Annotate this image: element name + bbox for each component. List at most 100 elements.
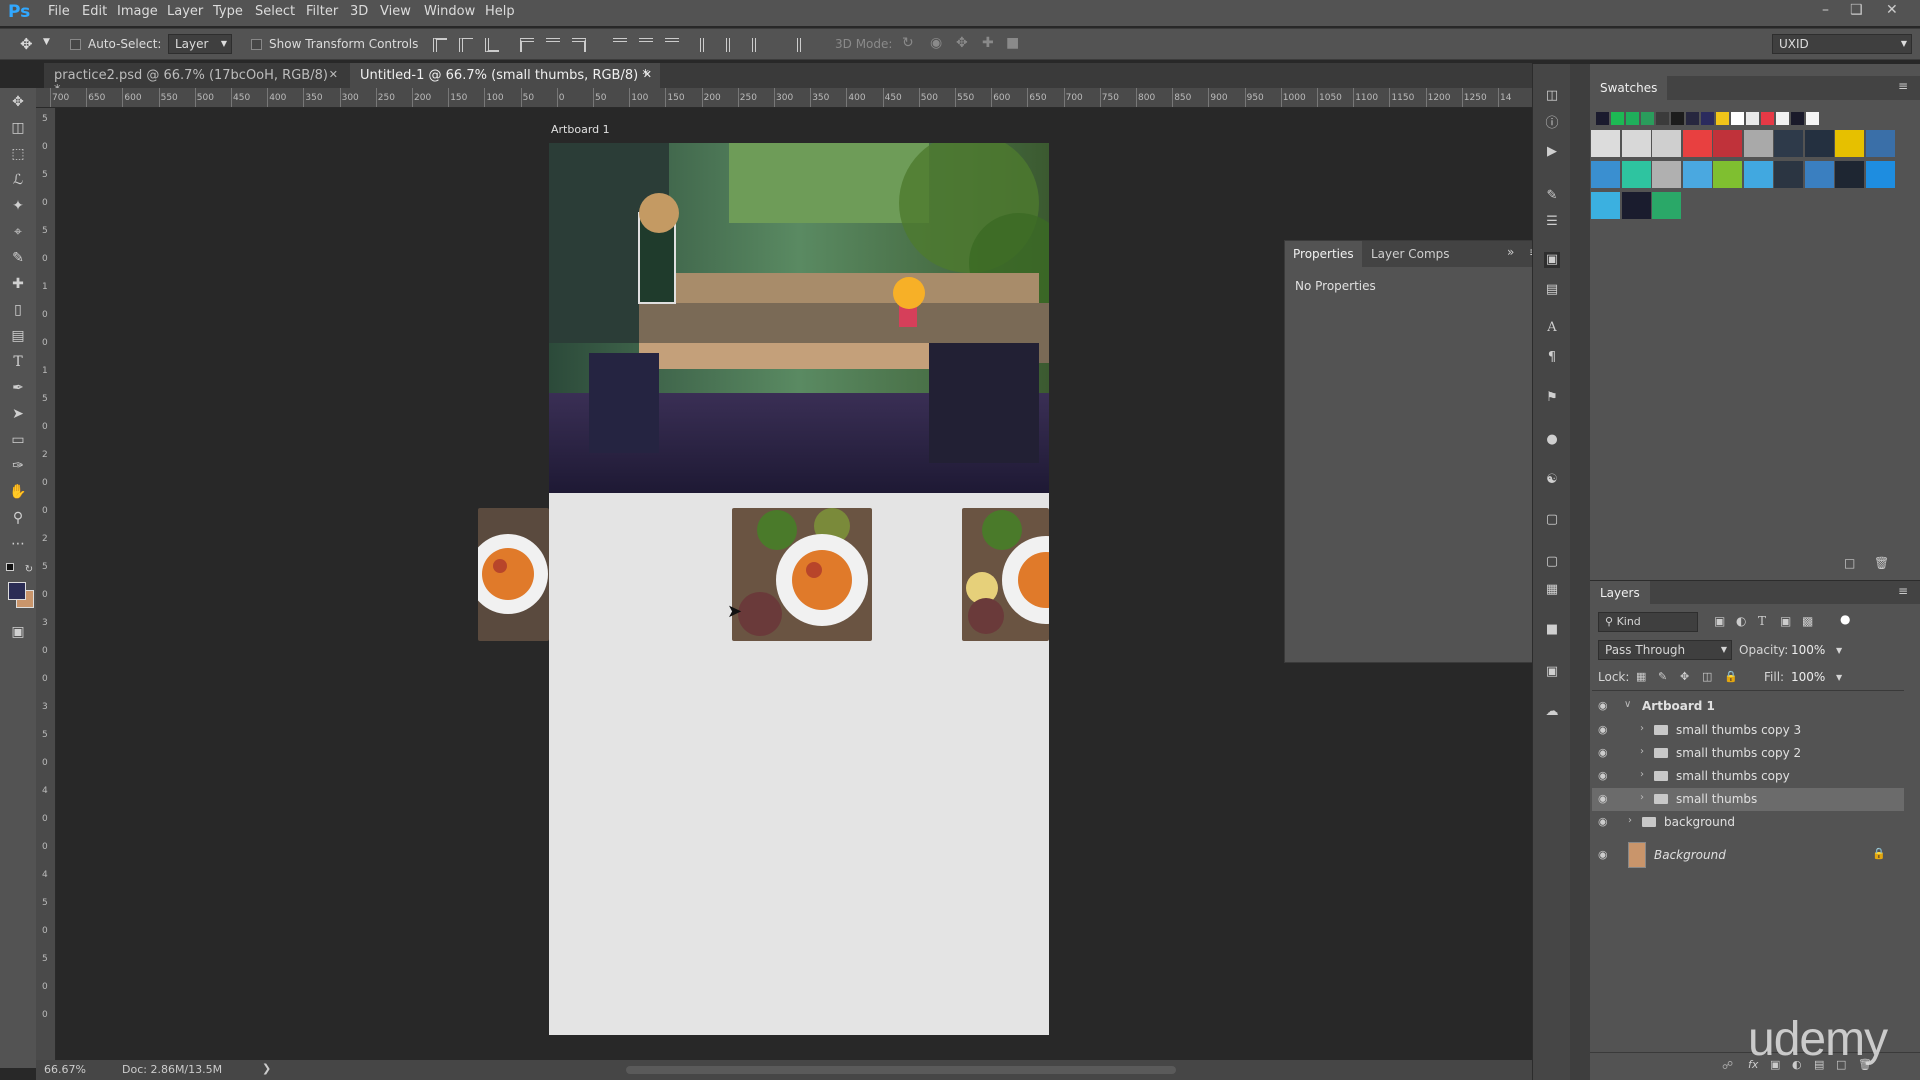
filter-adjustment-icon[interactable]: ◐ (1736, 614, 1746, 628)
visibility-eye-icon[interactable]: ◉ (1598, 792, 1612, 806)
3d-orbit-icon[interactable]: ↻ (902, 35, 914, 51)
filter-toggle-icon[interactable]: ● (1840, 612, 1850, 626)
swatch[interactable] (1713, 161, 1742, 188)
swatch[interactable] (1652, 192, 1681, 219)
swatch[interactable] (1621, 192, 1651, 219)
visibility-eye-icon[interactable]: ◉ (1598, 815, 1612, 829)
swatch-recent[interactable] (1626, 112, 1639, 125)
distribute-right-icon[interactable] (752, 38, 766, 52)
chevron-right-icon[interactable]: › (1640, 746, 1644, 757)
link-layers-icon[interactable]: ☍ (1722, 1059, 1733, 1072)
menu-3d[interactable]: 3D (350, 4, 368, 19)
3d-roll-icon[interactable]: ◉ (930, 35, 942, 51)
chevron-right-icon[interactable]: ❯ (262, 1062, 271, 1075)
menu-image[interactable]: Image (117, 4, 158, 19)
hand-tool-icon[interactable]: ✋ (9, 483, 27, 501)
tab-layer-comps[interactable]: Layer Comps (1371, 247, 1450, 261)
swatch[interactable] (1865, 130, 1895, 157)
visibility-eye-icon[interactable]: ◉ (1598, 699, 1612, 713)
layer-row[interactable]: ◉ › small thumbs (1592, 788, 1904, 811)
align-right-icon[interactable] (572, 38, 586, 52)
swatch[interactable] (1835, 130, 1864, 157)
chevron-down-icon[interactable]: ▼ (43, 37, 50, 47)
close-icon[interactable]: ✕ (643, 68, 652, 81)
layer-row[interactable]: ◉ › background (1592, 811, 1904, 834)
swatch-recent[interactable] (1671, 112, 1684, 125)
zoom-tool-icon[interactable]: ⚲ (9, 509, 27, 527)
opacity-input[interactable]: 100% (1791, 643, 1825, 657)
tab-properties[interactable]: Properties (1285, 241, 1362, 267)
move-tool-icon[interactable]: ✥ (20, 35, 33, 53)
more-tools-icon[interactable]: ⋯ (9, 535, 27, 553)
align-left-icon[interactable] (520, 38, 534, 52)
layer-filter-dropdown[interactable]: ⚲ Kind (1598, 612, 1698, 632)
tab-untitled-1[interactable]: Untitled-1 @ 66.7% (small thumbs, RGB/8)… (350, 63, 660, 88)
path-selection-tool-icon[interactable]: ➤ (9, 405, 27, 423)
layer-row[interactable]: ◉ Background 🔒 (1592, 840, 1904, 870)
history-icon[interactable]: ◫ (1544, 88, 1560, 104)
artboard-tool-icon[interactable]: ◫ (9, 119, 27, 137)
swatch[interactable] (1774, 161, 1803, 188)
swatch[interactable] (1591, 130, 1620, 157)
swatch-recent[interactable] (1611, 112, 1624, 125)
panel-menu-icon[interactable]: ≡ (1898, 584, 1908, 598)
filter-type-icon[interactable]: T (1758, 614, 1766, 628)
type-tool-icon[interactable]: T (9, 353, 27, 371)
chevron-down-icon[interactable]: ▼ (1836, 673, 1842, 682)
lock-position-icon[interactable]: ✥ (1680, 670, 1689, 683)
close-icon[interactable]: ✕ (329, 68, 338, 81)
swatch-recent[interactable] (1686, 112, 1699, 125)
chevron-right-icon[interactable]: › (1640, 723, 1644, 734)
distribute-left-icon[interactable] (700, 38, 714, 52)
chevron-right-icon[interactable]: › (1628, 815, 1632, 826)
distribute-top-icon[interactable] (613, 38, 627, 52)
character-icon[interactable]: A (1544, 320, 1560, 336)
swatch-recent[interactable] (1776, 112, 1789, 125)
swatch-recent[interactable] (1641, 112, 1654, 125)
tab-layers[interactable]: Layers (1590, 581, 1650, 605)
lock-all-icon[interactable]: 🔒 (1724, 670, 1738, 683)
layer-row[interactable]: ◉ › small thumbs copy 3 (1592, 719, 1904, 742)
swatch[interactable] (1774, 130, 1803, 157)
align-hcenter-icon[interactable] (546, 38, 560, 52)
actions-play-icon[interactable]: ▶ (1544, 144, 1560, 160)
screen-mode-icon[interactable]: ▣ (9, 623, 27, 641)
swatch[interactable] (1743, 130, 1773, 157)
show-transform-checkbox[interactable] (251, 39, 262, 50)
gradient-tool-icon[interactable]: ▤ (9, 327, 27, 345)
swatch[interactable] (1743, 161, 1773, 188)
swatch-recent[interactable] (1701, 112, 1714, 125)
lock-transparency-icon[interactable]: ▦ (1636, 670, 1646, 683)
menu-filter[interactable]: Filter (306, 4, 338, 19)
default-colors-icon[interactable] (6, 563, 14, 571)
shape-tool-icon[interactable]: ▭ (9, 431, 27, 449)
chevron-down-icon[interactable]: ▼ (1836, 646, 1842, 655)
timeline-icon[interactable]: ⚑ (1544, 390, 1560, 406)
swatch-recent[interactable] (1716, 112, 1729, 125)
swatch-recent[interactable] (1596, 112, 1609, 125)
visibility-eye-icon[interactable]: ◉ (1598, 848, 1612, 862)
styles-icon[interactable]: ▣ (1544, 664, 1560, 680)
align-vcenter-icon[interactable] (459, 38, 473, 52)
move-tool-icon[interactable]: ✥ (9, 93, 27, 111)
blend-mode-dropdown[interactable]: Pass Through ▼ (1598, 640, 1732, 660)
crop-tool-icon[interactable]: ⌖ (9, 223, 27, 241)
thumb-image-3[interactable] (962, 508, 1049, 641)
distribute-bottom-icon[interactable] (665, 38, 679, 52)
foreground-color-swatch[interactable] (8, 582, 26, 600)
trash-icon[interactable]: 🗑 (1874, 556, 1889, 570)
collapse-icon[interactable]: » (1507, 245, 1514, 259)
eyedropper-tool-icon[interactable]: ✑ (9, 457, 27, 475)
info-icon[interactable]: ⓘ (1544, 116, 1560, 132)
lasso-tool-icon[interactable]: ℒ (9, 171, 27, 189)
horizontal-scrollbar-thumb[interactable] (626, 1066, 1176, 1074)
lock-paint-icon[interactable]: ✎ (1658, 670, 1667, 683)
channels-drop-icon[interactable]: ● (1544, 432, 1560, 448)
menu-type[interactable]: Type (213, 4, 243, 19)
brush-tool-icon[interactable]: ✎ (9, 249, 27, 267)
swatch[interactable] (1804, 130, 1834, 157)
swatch-recent[interactable] (1761, 112, 1774, 125)
auto-align-icon[interactable] (797, 38, 811, 52)
layer-row[interactable]: ◉ ∨ Artboard 1 (1592, 695, 1904, 718)
marquee-tool-icon[interactable]: ⬚ (9, 145, 27, 163)
